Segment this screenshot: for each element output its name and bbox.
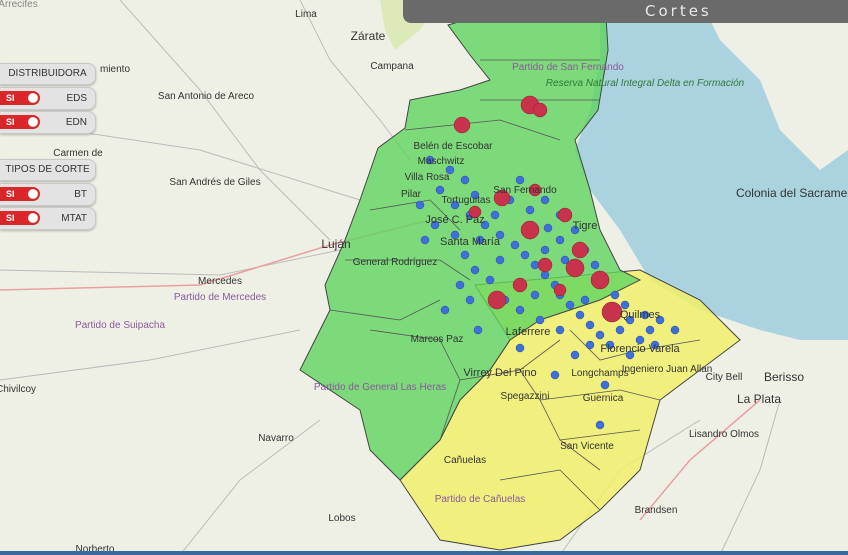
map-canvas[interactable]: Zárate Campana Lima San Antonio de Areco… <box>0 0 848 555</box>
mtat-toggle[interactable]: SI <box>0 211 40 225</box>
place-label: Luján <box>321 237 350 251</box>
place-label: San Antonio de Areco <box>158 91 255 102</box>
place-label: Lisandro Olmos <box>689 429 759 440</box>
place-label: Florencio Varela <box>600 343 680 355</box>
place-label: Berisso <box>764 370 804 384</box>
place-label: Zárate <box>351 29 386 43</box>
bottom-bar <box>0 551 848 555</box>
place-label: Pilar <box>401 189 422 200</box>
toggle-knob <box>28 189 38 199</box>
mtat-label: MTAT <box>61 213 87 224</box>
place-label: Marcos Paz <box>411 334 464 345</box>
place-label: Campana <box>370 61 414 72</box>
edn-label: EDN <box>65 117 87 128</box>
toggle-knob <box>28 117 38 127</box>
place-label: Tigre <box>573 220 598 232</box>
place-label: Cañuelas <box>444 455 486 466</box>
place-label: San Fernando <box>493 185 557 196</box>
place-label: San Vicente <box>560 441 614 452</box>
place-label: Mercedes <box>198 276 242 287</box>
partido-label: Partido de Suipacha <box>75 320 166 331</box>
reserve-label: Reserva Natural Integral Delta en Formac… <box>546 78 745 89</box>
toggle-state: SI <box>6 117 15 127</box>
place-label: Virrey Del Pino <box>463 367 536 379</box>
partido-label: Partido de Cañuelas <box>435 494 526 505</box>
place-label: Quilmes <box>620 309 661 321</box>
title-bar: Cortes <box>403 0 848 23</box>
tipos-label: TIPOS DE CORTE <box>5 164 90 175</box>
place-label: Maschwitz <box>418 156 465 167</box>
place-label: Laferrere <box>506 326 551 338</box>
place-label: Longchamps <box>571 368 628 379</box>
eds-toggle[interactable]: SI <box>0 91 40 105</box>
partido-label: Partido de General Las Heras <box>314 382 446 393</box>
toggle-knob <box>28 93 38 103</box>
place-label: Brandsen <box>635 505 678 516</box>
place-label: Guernica <box>583 393 624 404</box>
place-label: Navarro <box>258 433 294 444</box>
place-label: City Bell <box>706 372 743 383</box>
place-label: Ingeniero Juan Allan <box>622 364 713 375</box>
place-label: Villa Rosa <box>405 172 450 183</box>
toggle-state: SI <box>6 93 15 103</box>
place-label: Tortuguitas <box>442 195 491 206</box>
place-label: Lima <box>295 9 317 20</box>
place-label: Belén de Escobar <box>414 141 494 152</box>
partido-label: Partido de Mercedes <box>174 292 266 303</box>
place-label: Carmen de <box>53 148 103 159</box>
toggle-knob <box>28 213 38 223</box>
place-label: Spegazzini <box>501 391 550 402</box>
place-label: La Plata <box>737 392 781 406</box>
place-label: San Andrés de Giles <box>169 177 260 188</box>
distribuidora-header: DISTRIBUIDORA <box>0 63 96 85</box>
place-label: Chivilcoy <box>0 384 36 395</box>
place-label: Santa María <box>440 236 501 248</box>
toggle-row-eds: SI EDS <box>0 87 96 110</box>
tipos-header: TIPOS DE CORTE <box>0 159 96 181</box>
edn-toggle[interactable]: SI <box>0 115 40 129</box>
bt-label: BT <box>74 189 87 200</box>
toggle-state: SI <box>6 213 15 223</box>
bt-toggle[interactable]: SI <box>0 187 40 201</box>
toggle-state: SI <box>6 189 15 199</box>
page-title: Cortes <box>645 2 712 20</box>
partido-label: Partido de San Fernando <box>512 62 624 73</box>
place-label: José C. Paz <box>425 214 484 226</box>
place-label: Arrecifes <box>0 0 38 10</box>
place-label: Colonia del Sacramento <box>736 186 848 200</box>
eds-label: EDS <box>66 93 87 104</box>
place-label: Lobos <box>328 513 355 524</box>
distribuidora-label: DISTRIBUIDORA <box>8 68 87 79</box>
place-label: miento <box>100 64 130 75</box>
toggle-row-bt: SI BT <box>0 183 96 206</box>
place-label: General Rodríguez <box>353 257 438 268</box>
toggle-row-mtat: SI MTAT <box>0 207 96 230</box>
toggle-row-edn: SI EDN <box>0 111 96 134</box>
